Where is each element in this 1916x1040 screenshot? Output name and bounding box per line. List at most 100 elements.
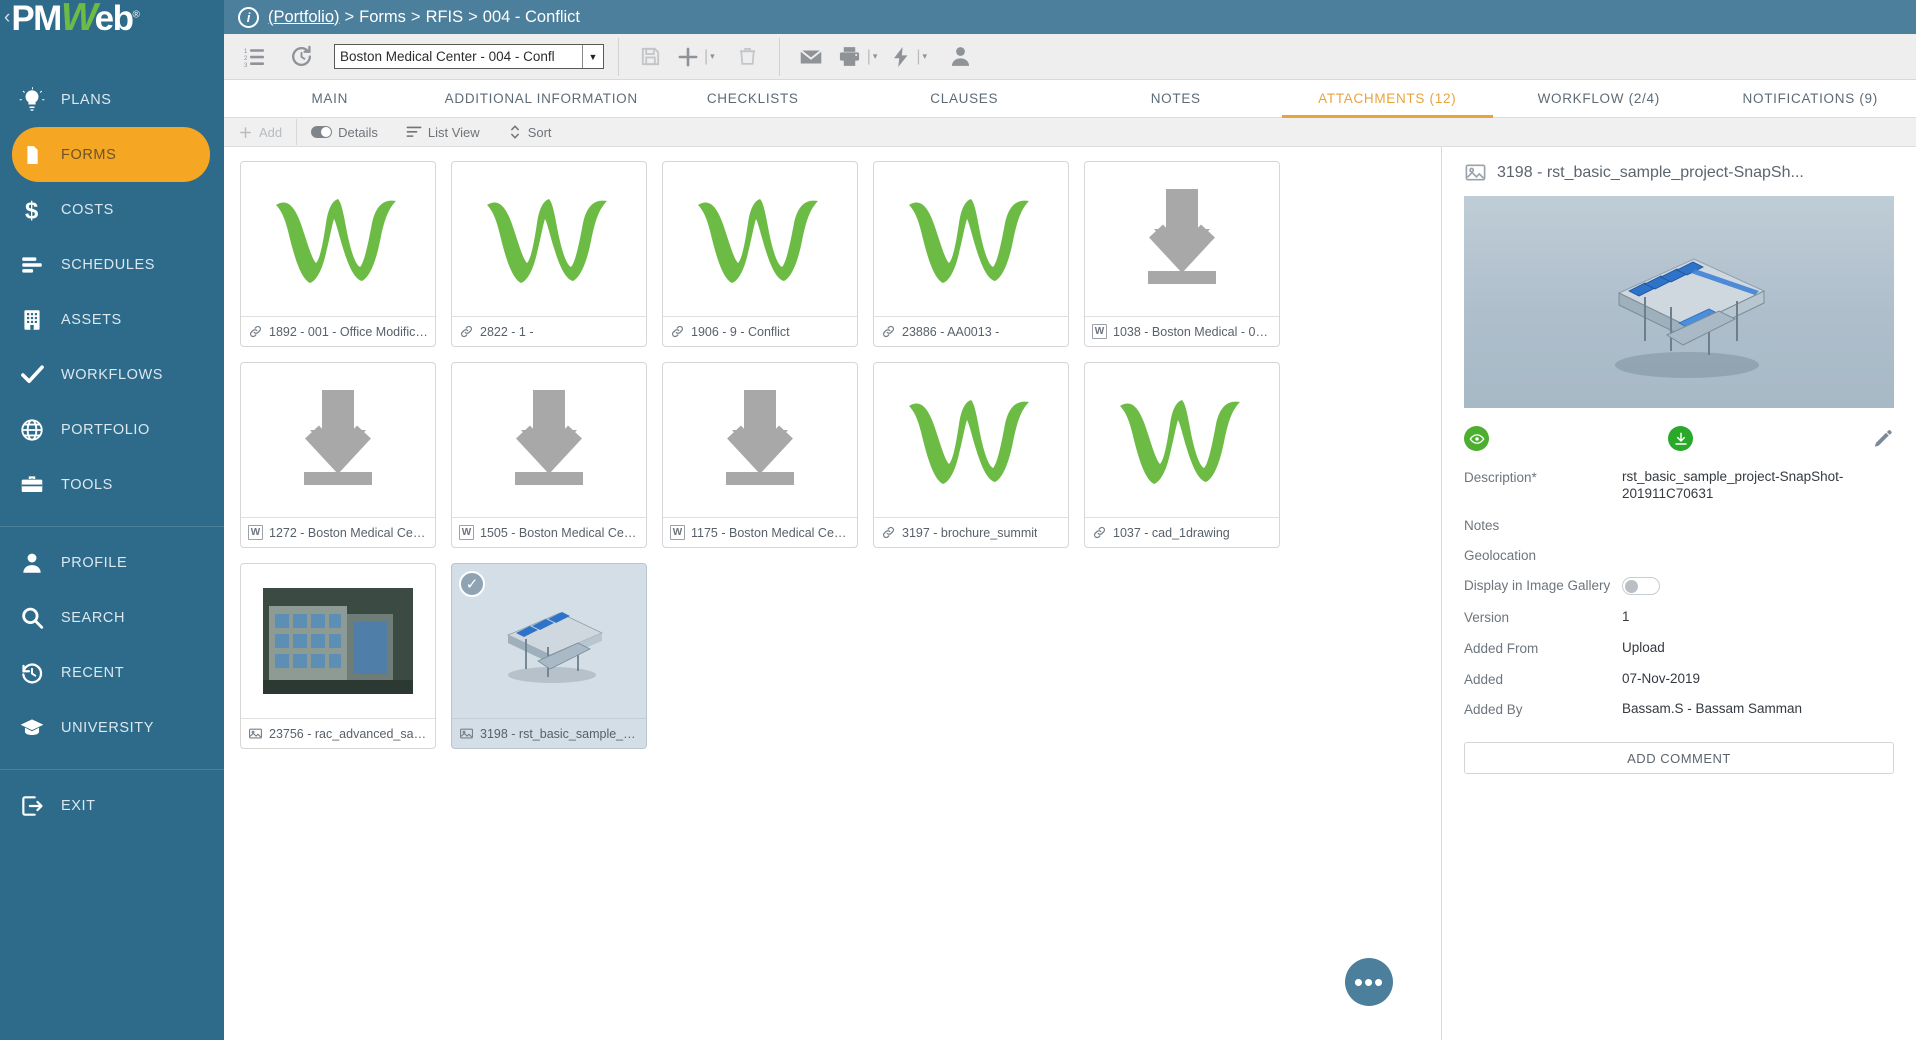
tab-notes[interactable]: NOTES (1070, 81, 1282, 118)
view-attachment-button[interactable] (1464, 426, 1489, 451)
attachment-thumbnail[interactable] (874, 162, 1068, 316)
sidebar-item-label: PLANS (61, 91, 112, 108)
toolbar-separator (618, 37, 619, 76)
chevron-down-icon[interactable]: ▾ (923, 51, 928, 62)
attachment-thumbnail[interactable]: ✓ (452, 564, 646, 718)
field-value: 07-Nov-2019 (1622, 670, 1701, 686)
edit-attachment-button[interactable] (1872, 428, 1894, 450)
attachment-thumbnail[interactable] (241, 162, 435, 316)
attachment-thumbnail[interactable] (1085, 363, 1279, 517)
building-icon (19, 307, 61, 333)
attachment-card[interactable]: 23756 - rac_advanced_sam... (240, 563, 436, 749)
more-actions-fab[interactable]: ••• (1345, 958, 1393, 1006)
attachment-card[interactable]: 1892 - 001 - Office Modifica... (240, 161, 436, 347)
attachment-card[interactable]: 3197 - brochure_summit (873, 362, 1069, 548)
sidebar-item-recent[interactable]: RECENT (0, 645, 224, 700)
sidebar-item-profile[interactable]: PROFILE (0, 535, 224, 590)
attachment-card[interactable]: 1906 - 9 - Conflict (662, 161, 858, 347)
add-button-group[interactable]: | ▾ (673, 35, 725, 79)
project-selector-value: Boston Medical Center - 004 - Confl (340, 49, 555, 64)
sidebar-collapse-icon[interactable]: ‹ (4, 8, 10, 27)
attachment-card[interactable]: W 1505 - Boston Medical Cent... (451, 362, 647, 548)
numbered-list-icon[interactable]: 123 (232, 35, 278, 79)
sidebar-item-costs[interactable]: $ COSTS (0, 182, 224, 237)
actions-button[interactable] (887, 35, 915, 79)
sidebar-item-label: RECENT (61, 664, 125, 681)
field-added-from: Added From Upload (1464, 640, 1894, 657)
sidebar-item-search[interactable]: SEARCH (0, 590, 224, 645)
details-toggle-label: Details (338, 124, 378, 140)
attachment-thumbnail[interactable] (452, 162, 646, 316)
chevron-down-icon[interactable]: ▾ (710, 51, 715, 62)
add-comment-button[interactable]: ADD COMMENT (1464, 742, 1894, 775)
attachment-thumbnail[interactable] (663, 363, 857, 517)
email-button[interactable] (788, 35, 834, 79)
breadcrumb-forms[interactable]: Forms (359, 8, 406, 27)
attachment-card[interactable]: 1037 - cad_1drawing (1084, 362, 1280, 548)
tab-attachments[interactable]: ATTACHMENTS (12) (1281, 81, 1493, 118)
add-attachment-button[interactable]: Add (224, 118, 296, 147)
sidebar-item-portfolio[interactable]: PORTFOLIO (0, 402, 224, 457)
history-revert-icon[interactable] (278, 35, 324, 79)
chevron-down-icon[interactable]: ▼ (582, 45, 603, 68)
sidebar-item-tools[interactable]: TOOLS (0, 457, 224, 512)
sidebar-item-workflows[interactable]: WORKFLOWS (0, 347, 224, 402)
attachment-card[interactable]: 23886 - AA0013 - (873, 161, 1069, 347)
tab-clauses[interactable]: CLAUSES (859, 81, 1071, 118)
user-button[interactable] (937, 35, 983, 79)
attachment-card-selected[interactable]: ✓ 3198 - rst_basic_sample_pr... (451, 563, 647, 749)
tab-checklists[interactable]: CHECKLISTS (647, 81, 859, 118)
brand-logo[interactable]: ‹ PMWeb® (0, 0, 224, 37)
attachment-thumbnail[interactable] (241, 363, 435, 517)
actions-button-group[interactable]: | ▾ (887, 35, 937, 79)
tab-notifications[interactable]: NOTIFICATIONS (9) (1705, 81, 1916, 118)
attachment-caption-row: W 1175 - Boston Medical Cent... (663, 517, 857, 547)
attachment-card[interactable]: 2822 - 1 - (451, 161, 647, 347)
field-label: Added By (1464, 702, 1523, 718)
print-button[interactable] (834, 35, 866, 79)
tab-additional-information[interactable]: ADDITIONAL INFORMATION (436, 81, 648, 118)
attachment-details-panel: 3198 - rst_basic_sample_project-SnapSh..… (1442, 147, 1916, 1040)
attachment-thumbnail[interactable] (241, 564, 435, 718)
field-added-by: Added By Bassam.S - Bassam Samman (1464, 701, 1894, 718)
sidebar-item-university[interactable]: UNIVERSITY (0, 700, 224, 755)
save-button[interactable] (627, 35, 673, 79)
field-value: Bassam.S - Bassam Samman (1622, 701, 1803, 717)
info-icon[interactable]: i (238, 6, 259, 28)
sort-arrows-icon (508, 124, 522, 140)
graduation-icon (19, 715, 61, 741)
project-selector[interactable]: Boston Medical Center - 004 - Confl ▼ (334, 44, 604, 69)
sidebar-item-schedules[interactable]: SCHEDULES (0, 237, 224, 292)
attachment-caption: 23756 - rac_advanced_sam... (269, 726, 428, 741)
download-attachment-button[interactable] (1489, 426, 1872, 451)
attachments-gallery: 1892 - 001 - Office Modifica... 2822 - 1… (224, 147, 1442, 1040)
breadcrumb-rfis[interactable]: RFIS (426, 8, 464, 27)
attachment-card[interactable]: W 1038 - Boston Medical - 00... (1084, 161, 1280, 347)
delete-button[interactable] (725, 35, 771, 79)
attachment-thumbnail[interactable] (663, 162, 857, 316)
attachment-preview[interactable] (1464, 196, 1894, 408)
toggle-icon[interactable] (311, 126, 333, 138)
field-label: Description* (1464, 470, 1537, 485)
tab-main[interactable]: MAIN (224, 81, 436, 118)
tab-workflow[interactable]: WORKFLOW (2/4) (1493, 81, 1705, 118)
sidebar-item-plans[interactable]: PLANS (0, 72, 224, 127)
attachment-thumbnail[interactable] (452, 363, 646, 517)
sidebar-item-forms[interactable]: FORMS (12, 127, 210, 182)
sort-button[interactable]: Sort (494, 118, 566, 147)
selected-check-icon[interactable]: ✓ (459, 571, 485, 597)
sidebar-item-exit[interactable]: EXIT (0, 778, 224, 833)
breadcrumb-portfolio[interactable]: (Portfolio) (268, 8, 340, 27)
attachment-thumbnail[interactable] (1085, 162, 1279, 316)
add-button[interactable] (673, 35, 703, 79)
list-view-button[interactable]: List View (392, 118, 494, 147)
attachment-thumbnail[interactable] (874, 363, 1068, 517)
chevron-down-icon[interactable]: ▾ (873, 51, 878, 62)
print-button-group[interactable]: | ▾ (834, 35, 888, 79)
display-gallery-toggle[interactable] (1622, 576, 1660, 595)
details-toggle[interactable]: Details (297, 118, 392, 147)
attachment-card[interactable]: W 1175 - Boston Medical Cent... (662, 362, 858, 548)
sidebar-item-assets[interactable]: ASSETS (0, 292, 224, 347)
attachment-card[interactable]: W 1272 - Boston Medical Cent... (240, 362, 436, 548)
list-lines-icon (406, 125, 422, 139)
